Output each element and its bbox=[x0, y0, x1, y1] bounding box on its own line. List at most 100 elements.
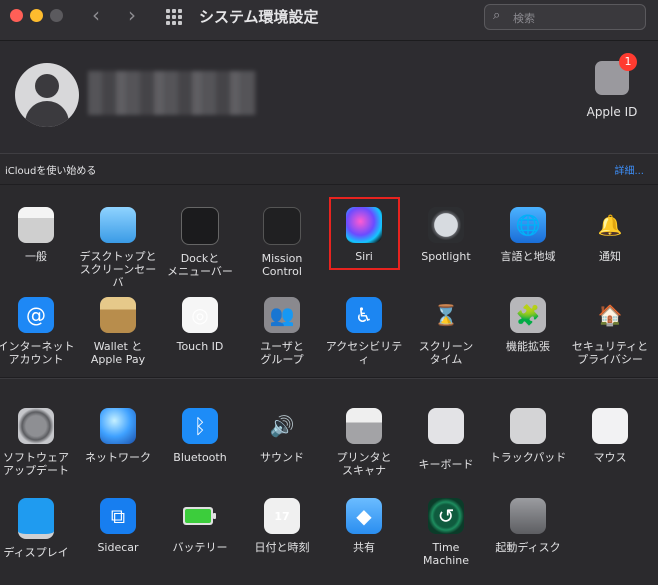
pref-printers[interactable]: プリンタと スキャナ bbox=[323, 408, 405, 477]
pref-notifications[interactable]: 🔔 通知 bbox=[569, 207, 651, 263]
pref-label: 通知 bbox=[599, 250, 621, 263]
close-button[interactable] bbox=[10, 9, 23, 22]
at-icon: @ bbox=[18, 297, 54, 333]
sidecar-icon: ⧉ bbox=[100, 498, 136, 534]
printer-icon bbox=[346, 408, 382, 444]
pref-label: 言語と地域 bbox=[500, 250, 556, 263]
fingerprint-icon: ◎ bbox=[182, 297, 218, 333]
window-title: システム環境設定 bbox=[199, 8, 319, 26]
pref-label: 共有 bbox=[353, 541, 375, 554]
pref-mouse[interactable]: マウス bbox=[569, 408, 651, 464]
pref-network[interactable]: ネットワーク bbox=[77, 408, 159, 464]
shared-folder-icon: ◆ bbox=[346, 498, 382, 534]
pref-wallet[interactable]: Wallet と Apple Pay bbox=[77, 297, 159, 366]
pref-label: 起動ディスク bbox=[495, 541, 561, 554]
pref-label: バッテリー bbox=[172, 541, 228, 554]
pref-label: マウス bbox=[593, 451, 627, 464]
pref-keyboard[interactable]: キーボード bbox=[405, 408, 487, 471]
pref-label: Wallet と Apple Pay bbox=[90, 340, 146, 366]
search-field[interactable]: ⌕ 検索 bbox=[484, 4, 646, 30]
pref-extensions[interactable]: 🧩 機能拡張 bbox=[487, 297, 569, 353]
pref-label: ユーザと グループ bbox=[260, 340, 304, 366]
pref-label: ディスプレイ bbox=[3, 546, 69, 559]
details-link[interactable]: 詳細... bbox=[614, 162, 644, 177]
wallet-icon bbox=[100, 297, 136, 333]
pref-label: デスクトップと スクリーンセーバ bbox=[79, 250, 157, 289]
pref-sidecar[interactable]: ⧉ Sidecar bbox=[77, 498, 159, 554]
pref-startup-disk[interactable]: 起動ディスク bbox=[487, 498, 569, 554]
pref-label: Bluetooth bbox=[173, 451, 227, 464]
pref-dock[interactable]: Dockと メニューバー bbox=[159, 207, 241, 278]
pref-users[interactable]: 👥 ユーザと グループ bbox=[241, 297, 323, 366]
show-all-grid-icon[interactable] bbox=[166, 9, 182, 25]
pref-touch-id[interactable]: ◎ Touch ID bbox=[159, 297, 241, 353]
globe-flag-icon: 🌐 bbox=[510, 207, 546, 243]
hard-disk-icon bbox=[510, 498, 546, 534]
pref-date-time[interactable]: 17 日付と時刻 bbox=[241, 498, 323, 554]
pref-spotlight[interactable]: Spotlight bbox=[405, 207, 487, 263]
pref-sound[interactable]: 🔊 サウンド bbox=[241, 408, 323, 464]
pref-screen-time[interactable]: ⌛ スクリーン タイム bbox=[405, 297, 487, 366]
pref-language[interactable]: 🌐 言語と地域 bbox=[487, 207, 569, 263]
back-icon[interactable]: ‹ bbox=[92, 4, 100, 26]
pref-label: トラックパッド bbox=[489, 451, 567, 464]
pref-accessibility[interactable]: ♿ アクセシビリティ bbox=[323, 297, 405, 366]
pref-label: プリンタと スキャナ bbox=[336, 451, 392, 477]
pref-sharing[interactable]: ◆ 共有 bbox=[323, 498, 405, 554]
notification-badge: 1 bbox=[619, 53, 637, 71]
pref-label: Dockと メニューバー bbox=[167, 252, 233, 278]
mouse-icon bbox=[592, 408, 628, 444]
apple-id-pane[interactable]: 1 Apple ID bbox=[582, 53, 642, 119]
redacted-account-name bbox=[88, 71, 256, 115]
display-icon bbox=[18, 498, 54, 539]
account-header: 1 Apple ID bbox=[0, 41, 658, 153]
pref-label: Sidecar bbox=[97, 541, 139, 554]
pref-security[interactable]: 🏠 セキュリティと プライバシー bbox=[569, 297, 651, 366]
battery-icon bbox=[182, 498, 218, 534]
calendar-day: 17 bbox=[274, 509, 290, 523]
puzzle-icon: 🧩 bbox=[510, 297, 546, 333]
pref-siri[interactable]: Siri bbox=[323, 207, 405, 263]
apple-id-label: Apple ID bbox=[586, 105, 638, 119]
pref-internet-accounts[interactable]: @ インターネット アカウント bbox=[0, 297, 77, 366]
search-placeholder: 検索 bbox=[513, 12, 535, 25]
bluetooth-icon: ᛒ bbox=[182, 408, 218, 444]
pref-label: 一般 bbox=[25, 250, 47, 263]
pref-bluetooth[interactable]: ᛒ Bluetooth bbox=[159, 408, 241, 464]
user-avatar[interactable] bbox=[15, 63, 79, 127]
pref-label: キーボード bbox=[418, 458, 474, 471]
apple-id-icon: 1 bbox=[595, 53, 637, 95]
pref-battery[interactable]: バッテリー bbox=[159, 498, 241, 554]
pref-time-machine[interactable]: ↺ Time Machine bbox=[405, 498, 487, 567]
users-icon: 👥 bbox=[264, 297, 300, 333]
hourglass-icon: ⌛ bbox=[433, 303, 459, 327]
pref-label: ソフトウェア アップデート bbox=[3, 451, 69, 477]
minimize-button[interactable] bbox=[30, 9, 43, 22]
pref-label: サウンド bbox=[260, 451, 304, 464]
gear-update-icon bbox=[18, 408, 54, 444]
pref-label: Time Machine bbox=[422, 541, 470, 567]
pref-trackpad[interactable]: トラックパッド bbox=[487, 408, 569, 464]
forward-icon[interactable]: › bbox=[128, 4, 136, 26]
zoom-button[interactable] bbox=[50, 9, 63, 22]
keyboard-icon bbox=[428, 408, 464, 444]
pref-label: Spotlight bbox=[421, 250, 471, 263]
pref-displays[interactable]: ディスプレイ bbox=[0, 498, 77, 559]
pref-label: アクセシビリティ bbox=[325, 340, 403, 366]
trackpad-icon bbox=[510, 408, 546, 444]
house-lock-icon: 🏠 bbox=[597, 303, 623, 327]
section-divider bbox=[0, 377, 658, 379]
pref-label: スクリーン タイム bbox=[418, 340, 474, 366]
pref-label: 機能拡張 bbox=[506, 340, 550, 353]
siri-icon bbox=[346, 207, 382, 243]
pref-desktop[interactable]: デスクトップと スクリーンセーバ bbox=[77, 207, 159, 289]
pref-software-update[interactable]: ソフトウェア アップデート bbox=[0, 408, 77, 477]
desktop-icon bbox=[100, 207, 136, 243]
pref-general[interactable]: 一般 bbox=[0, 207, 77, 263]
pref-label: ネットワーク bbox=[85, 451, 151, 464]
pref-label: セキュリティと プライバシー bbox=[571, 340, 649, 366]
mission-control-icon bbox=[263, 207, 301, 245]
time-machine-icon: ↺ bbox=[428, 498, 464, 534]
toolbar: ‹ › システム環境設定 ⌕ 検索 bbox=[0, 0, 658, 41]
pref-mission-control[interactable]: Mission Control bbox=[241, 207, 323, 278]
